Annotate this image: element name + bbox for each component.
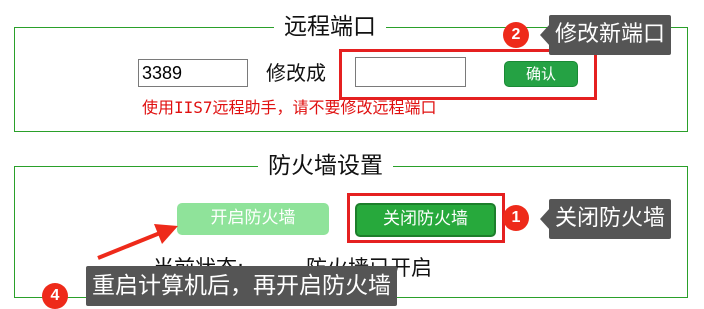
step-1-callout: 关闭防火墙 (549, 199, 672, 239)
current-port-field[interactable]: 3389 (138, 59, 248, 87)
arrow-to-enable-icon (97, 224, 178, 260)
step-1-badge: 1 (503, 205, 529, 231)
step-4-callout: 重启计算机后，再开启防火墙 (86, 266, 397, 306)
modify-to-label: 修改成 (266, 61, 326, 85)
step-4-badge: 4 (42, 283, 68, 309)
disable-firewall-highlight (347, 193, 505, 243)
step-2-callout: 修改新端口 (549, 15, 672, 55)
warning-text: 使用IIS7远程助手，请不要修改远程端口 (142, 98, 437, 117)
remote-port-title: 远程端口 (274, 13, 386, 41)
step-2-badge: 2 (503, 22, 529, 48)
firewall-title: 防火墙设置 (258, 152, 393, 180)
new-port-highlight (339, 49, 597, 100)
